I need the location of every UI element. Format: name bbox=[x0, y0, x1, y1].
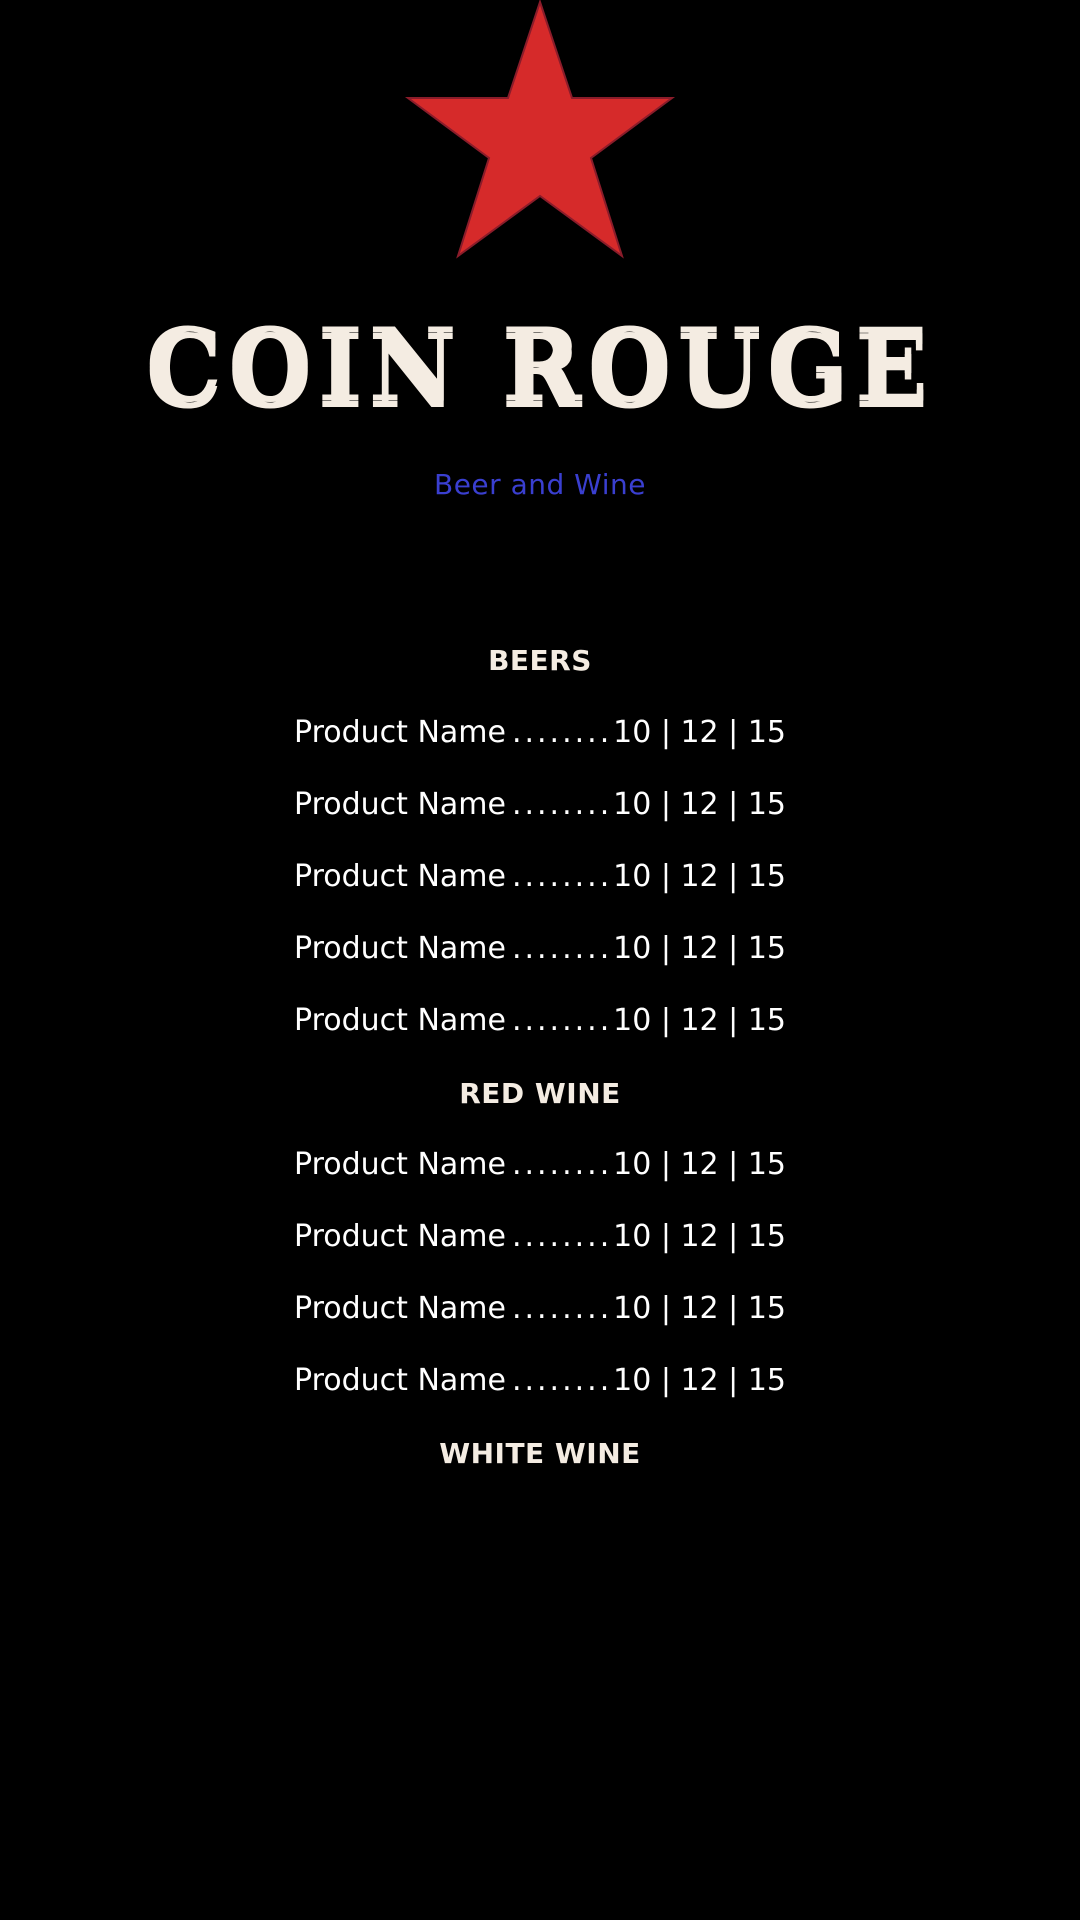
item-name: Product Name bbox=[294, 1219, 506, 1254]
item-price: 10 | 12 | 15 bbox=[613, 1147, 786, 1182]
item-name: Product Name bbox=[294, 787, 506, 822]
menu-item: Product Name ............ 10 | 12 | 15 bbox=[294, 715, 786, 755]
menu-item: Product Name ............ 10 | 12 | 15 bbox=[294, 859, 786, 899]
item-leader-dots: ............ bbox=[511, 1147, 613, 1182]
menu-item: Product Name ............ 10 | 12 | 15 bbox=[294, 1363, 786, 1403]
item-name: Product Name bbox=[294, 1363, 506, 1398]
menu-item: Product Name ............ 10 | 12 | 15 bbox=[294, 787, 786, 827]
star-icon bbox=[404, 0, 676, 259]
item-name: Product Name bbox=[294, 715, 506, 750]
item-name: Product Name bbox=[294, 1003, 506, 1038]
logo-star-area bbox=[0, 0, 1080, 270]
item-leader-dots: ............ bbox=[511, 787, 613, 822]
section-title-beers: BEERS bbox=[488, 644, 592, 677]
item-leader-dots: ............ bbox=[511, 715, 613, 750]
brand-logo: COIN ROUGE bbox=[0, 300, 1080, 430]
item-name: Product Name bbox=[294, 1147, 506, 1182]
brand-name: COIN ROUGE bbox=[145, 305, 935, 425]
item-leader-dots: ............ bbox=[511, 1003, 613, 1038]
item-name: Product Name bbox=[294, 931, 506, 966]
item-price: 10 | 12 | 15 bbox=[613, 931, 786, 966]
item-price: 10 | 12 | 15 bbox=[613, 787, 786, 822]
menu-subtitle: Beer and Wine bbox=[434, 468, 646, 501]
item-price: 10 | 12 | 15 bbox=[613, 859, 786, 894]
item-leader-dots: ............ bbox=[511, 931, 613, 966]
item-name: Product Name bbox=[294, 859, 506, 894]
menu-item: Product Name ............ 10 | 12 | 15 bbox=[294, 1219, 786, 1259]
item-leader-dots: ............ bbox=[511, 1363, 613, 1398]
item-name: Product Name bbox=[294, 1291, 506, 1326]
item-price: 10 | 12 | 15 bbox=[613, 1291, 786, 1326]
section-title-white-wine: WHITE WINE bbox=[439, 1437, 641, 1470]
item-leader-dots: ............ bbox=[511, 859, 613, 894]
section-title-red-wine: RED WINE bbox=[459, 1077, 621, 1110]
item-price: 10 | 12 | 15 bbox=[613, 1219, 786, 1254]
menu-item: Product Name ............ 10 | 12 | 15 bbox=[294, 1291, 786, 1331]
menu-item: Product Name ............ 10 | 12 | 15 bbox=[294, 1147, 786, 1187]
menu-item: Product Name ............ 10 | 12 | 15 bbox=[294, 931, 786, 971]
item-price: 10 | 12 | 15 bbox=[613, 1003, 786, 1038]
item-leader-dots: ............ bbox=[511, 1219, 613, 1254]
item-price: 10 | 12 | 15 bbox=[613, 715, 786, 750]
menu-item: Product Name ............ 10 | 12 | 15 bbox=[294, 1003, 786, 1043]
item-leader-dots: ............ bbox=[511, 1291, 613, 1326]
item-price: 10 | 12 | 15 bbox=[613, 1363, 786, 1398]
